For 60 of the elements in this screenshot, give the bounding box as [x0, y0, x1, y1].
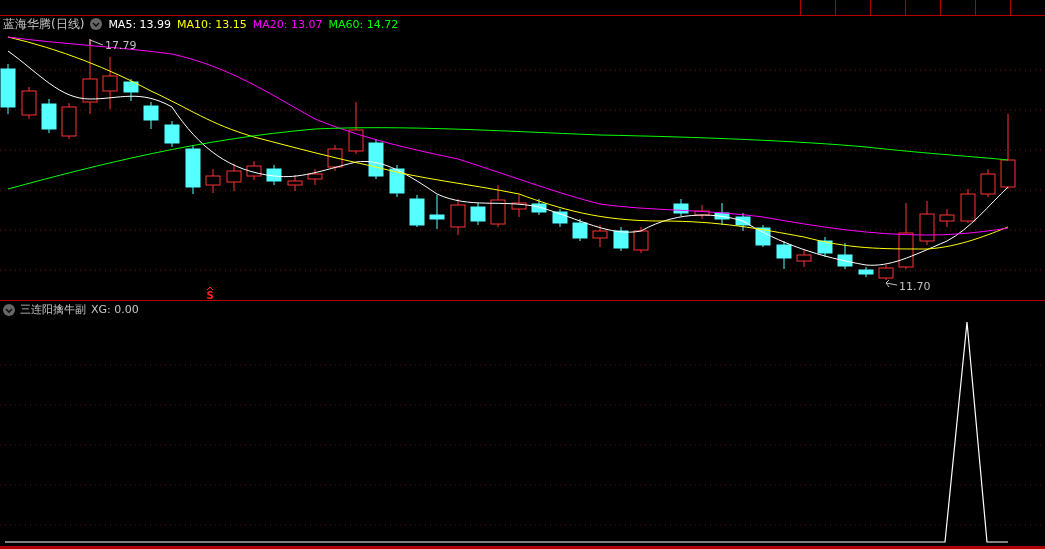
- candlestick: [490, 184, 506, 228]
- candlestick: [226, 163, 242, 192]
- candlestick: [531, 198, 547, 216]
- chart-period: (日线): [51, 15, 85, 33]
- candlestick: [919, 200, 935, 246]
- candlestick: [102, 56, 118, 110]
- candlestick: [0, 63, 16, 115]
- candlestick: [123, 78, 139, 102]
- candlestick: [307, 168, 323, 186]
- candlestick: [368, 138, 384, 180]
- candlestick: [450, 198, 466, 236]
- candlestick: [61, 102, 77, 140]
- candlestick: [858, 266, 874, 278]
- candlestick: [980, 168, 996, 198]
- candlestick: [409, 194, 425, 228]
- candlestick: [817, 236, 833, 258]
- low-arrow-icon: [885, 279, 898, 288]
- candlestick: [776, 240, 792, 270]
- candlestick: [837, 242, 853, 270]
- candlestick: [41, 98, 57, 134]
- candlestick: [878, 264, 894, 281]
- candlestick: [613, 226, 629, 252]
- candlestick: [673, 198, 689, 217]
- candlestick: [143, 101, 159, 130]
- stock-name: 蓝海华腾: [3, 15, 51, 33]
- candlestick: [246, 160, 262, 181]
- candlestick: [511, 194, 527, 218]
- candlestick: [898, 202, 914, 270]
- dropdown-icon[interactable]: [90, 18, 103, 30]
- candlestick: [960, 188, 976, 224]
- candlestick: [327, 144, 343, 172]
- ma-reading: MA20: 13.07: [252, 17, 323, 31]
- candlestick: [633, 226, 649, 254]
- candlestick: [572, 218, 588, 242]
- candlestick: [389, 164, 405, 198]
- candlestick: [939, 208, 955, 228]
- candlestick: [592, 224, 608, 248]
- candlestick: [714, 202, 730, 226]
- indicator-name: 三连阳擒牛副: [20, 302, 86, 317]
- candlestick: [429, 194, 445, 230]
- candlestick: [348, 101, 364, 155]
- candlestick: [552, 208, 568, 228]
- low-price-label: 11.70: [899, 280, 931, 293]
- candlestick: [266, 164, 282, 186]
- ma-reading: MA60: 14.72: [328, 17, 399, 31]
- candlestick: [205, 168, 221, 194]
- candlestick: [185, 144, 201, 195]
- dropdown-icon[interactable]: [3, 303, 15, 316]
- signal-mark: S: [206, 290, 214, 300]
- candlestick: [796, 248, 812, 268]
- candlestick: [470, 202, 486, 226]
- candlestick: [21, 86, 37, 120]
- high-arrow-icon: [89, 38, 104, 46]
- candlestick: [735, 212, 751, 232]
- candlestick: [694, 204, 710, 220]
- indicator-reading: XG: 0.00: [91, 303, 139, 316]
- ma-reading: MA10: 13.15: [177, 17, 247, 31]
- candlestick: [287, 174, 303, 192]
- ma-reading: MA5: 13.99: [108, 17, 172, 31]
- candlestick: [164, 120, 180, 148]
